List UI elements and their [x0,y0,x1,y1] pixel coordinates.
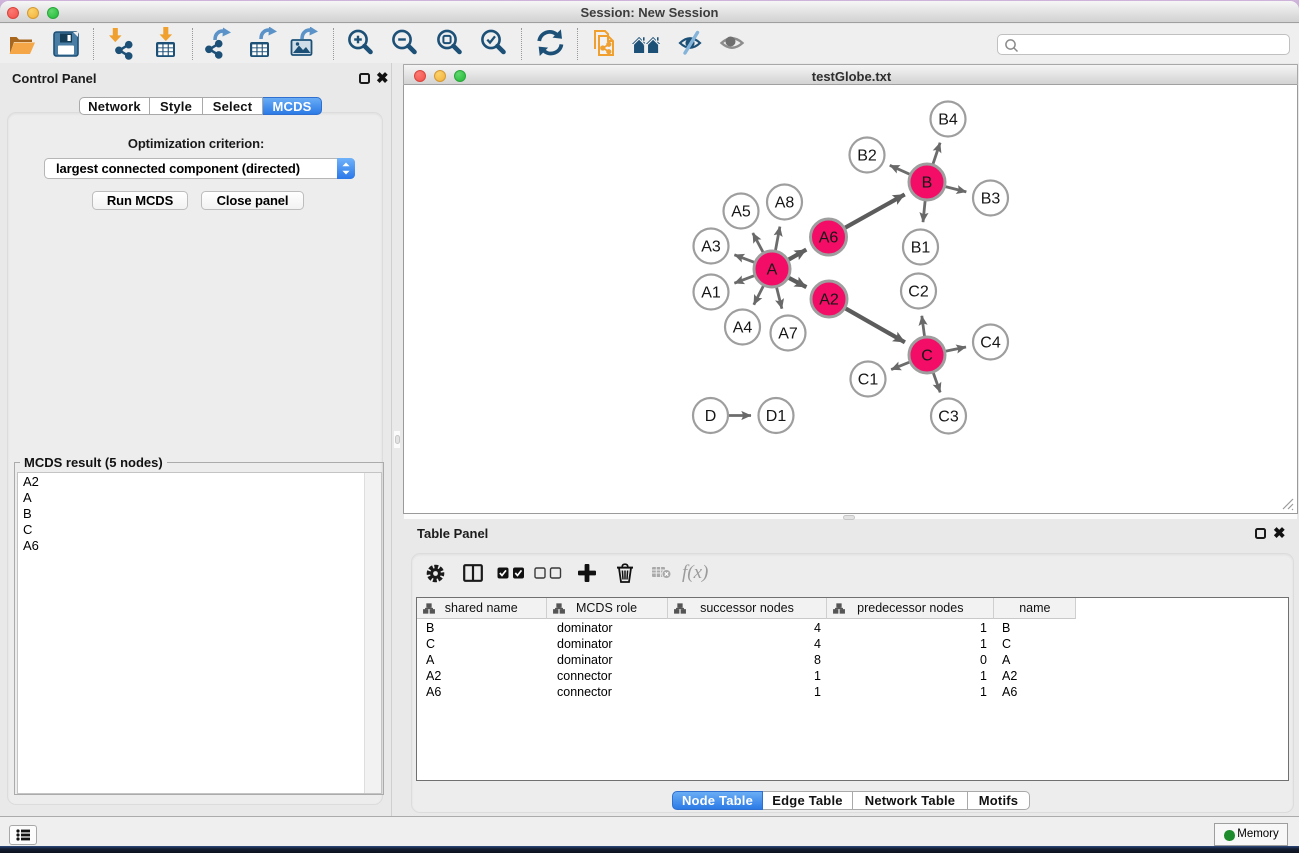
svg-text:B2: B2 [857,148,877,165]
svg-text:A: A [767,262,778,279]
svg-text:C4: C4 [980,335,1001,352]
svg-text:B3: B3 [981,191,1001,208]
svg-text:B1: B1 [911,240,931,257]
svg-text:A5: A5 [731,204,751,221]
svg-text:A2: A2 [819,292,839,309]
svg-text:C: C [921,348,933,365]
svg-text:C2: C2 [908,284,929,301]
svg-text:A8: A8 [775,195,795,212]
svg-text:A6: A6 [819,230,839,247]
svg-text:D: D [705,408,717,425]
svg-text:B: B [922,175,933,192]
svg-text:C3: C3 [938,409,959,426]
svg-text:D1: D1 [766,408,787,425]
svg-text:A3: A3 [701,239,721,256]
svg-text:C1: C1 [858,372,879,389]
svg-text:A4: A4 [733,320,753,337]
svg-text:A1: A1 [701,285,721,302]
svg-text:A7: A7 [778,326,798,343]
svg-text:B4: B4 [938,112,958,129]
